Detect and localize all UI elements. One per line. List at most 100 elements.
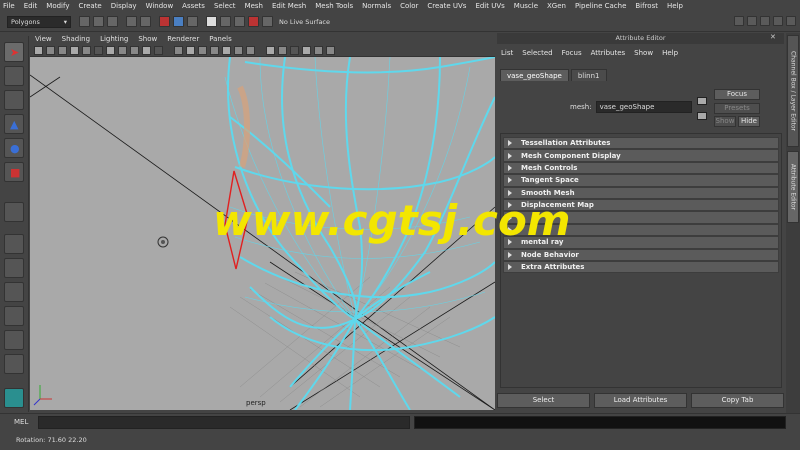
new-scene-icon[interactable] (79, 16, 90, 27)
menu-window[interactable]: Window (146, 2, 174, 10)
field-chart-icon[interactable] (130, 46, 139, 55)
select-component-icon[interactable] (187, 16, 198, 27)
menu-color[interactable]: Color (400, 2, 418, 10)
menu-modify[interactable]: Modify (46, 2, 69, 10)
attribute-menu-focus[interactable]: Focus (562, 49, 582, 57)
expand-arrow-icon[interactable] (508, 140, 512, 147)
bookmark-icon[interactable] (58, 46, 67, 55)
image-plane-icon[interactable] (70, 46, 79, 55)
snap-point-icon[interactable] (234, 16, 245, 27)
gate-mask-icon[interactable] (118, 46, 127, 55)
character-icon[interactable] (4, 388, 24, 408)
redo-icon[interactable] (140, 16, 151, 27)
expand-arrow-icon[interactable] (508, 251, 512, 258)
last-tool-icon[interactable] (4, 202, 24, 222)
menu-help[interactable]: Help (667, 2, 683, 10)
snap-curve-icon[interactable] (220, 16, 231, 27)
snap-grid-icon[interactable] (206, 16, 217, 27)
viewport-menu-view[interactable]: View (35, 35, 52, 43)
menu-file[interactable]: File (3, 2, 15, 10)
viewport-menu-shading[interactable]: Shading (62, 35, 90, 43)
scale-tool-icon[interactable]: ■ (4, 162, 24, 182)
copy-tab-button[interactable]: Copy Tab (691, 393, 784, 408)
menu-create[interactable]: Create (78, 2, 101, 10)
menu-bifrost[interactable]: Bifrost (635, 2, 658, 10)
render-settings-icon[interactable] (773, 16, 783, 26)
menu-create-uvs[interactable]: Create UVs (427, 2, 466, 10)
panel-layout-icon[interactable] (786, 16, 796, 26)
select-tool-icon[interactable]: ➤ (4, 42, 24, 62)
select-hierarchy-icon[interactable] (159, 16, 170, 27)
menu-mesh-tools[interactable]: Mesh Tools (315, 2, 353, 10)
single-perspective-layout-icon[interactable] (4, 234, 24, 254)
snap-surface-icon[interactable] (248, 16, 259, 27)
paint-select-tool-icon[interactable] (4, 90, 24, 110)
section-node-behavior-9[interactable]: Node Behavior (503, 248, 779, 261)
menu-assets[interactable]: Assets (182, 2, 205, 10)
menu-edit-uvs[interactable]: Edit UVs (475, 2, 504, 10)
render-view-icon[interactable] (747, 16, 757, 26)
section-mesh-component-display-1[interactable]: Mesh Component Display (503, 149, 779, 162)
tab-channel-box[interactable]: Channel Box / Layer Editor (787, 35, 799, 147)
menu-edit[interactable]: Edit (24, 2, 38, 10)
grid-icon[interactable] (82, 46, 91, 55)
ambient-occlusion-icon[interactable] (246, 46, 255, 55)
wireframe-icon[interactable] (174, 46, 183, 55)
textured-icon[interactable] (210, 46, 219, 55)
expand-arrow-icon[interactable] (508, 189, 512, 196)
ipr-render-icon[interactable] (760, 16, 770, 26)
expand-arrow-icon[interactable] (508, 177, 512, 184)
rotate-tool-icon[interactable]: ● (4, 138, 24, 158)
menu-display[interactable]: Display (111, 2, 137, 10)
outliner-layout-icon[interactable] (4, 282, 24, 302)
focus-button[interactable]: Focus (714, 89, 760, 100)
menu-normals[interactable]: Normals (362, 2, 391, 10)
select-button[interactable]: Select (497, 393, 590, 408)
expand-arrow-icon[interactable] (508, 264, 512, 271)
lasso-tool-icon[interactable] (4, 66, 24, 86)
menu-muscle[interactable]: Muscle (514, 2, 538, 10)
isolate-select-icon[interactable] (290, 46, 299, 55)
safe-action-icon[interactable] (142, 46, 151, 55)
wireframe-on-shaded-icon[interactable] (198, 46, 207, 55)
xray-joints-icon[interactable] (314, 46, 323, 55)
lights-icon[interactable] (222, 46, 231, 55)
hypershade-layout-icon[interactable] (4, 354, 24, 374)
presets-button[interactable]: Presets (714, 103, 760, 114)
shadows-icon[interactable] (234, 46, 243, 55)
viewport-menu-show[interactable]: Show (138, 35, 157, 43)
mesh-name-field[interactable]: vase_geoShape (595, 101, 692, 113)
live-surface-label[interactable]: No Live Surface (279, 18, 330, 26)
menu-mesh[interactable]: Mesh (245, 2, 263, 10)
film-gate-icon[interactable] (94, 46, 103, 55)
viewport-menu-lighting[interactable]: Lighting (100, 35, 128, 43)
expand-arrow-icon[interactable] (508, 152, 512, 159)
hide-button[interactable]: Hide (738, 116, 760, 127)
attribute-menu-list[interactable]: List (501, 49, 513, 57)
section-tangent-space-3[interactable]: Tangent Space (503, 174, 779, 187)
four-view-layout-icon[interactable] (4, 258, 24, 278)
command-input[interactable] (38, 416, 410, 429)
tab-blinn1[interactable]: blinn1 (570, 69, 607, 81)
input-node-icon[interactable] (697, 97, 707, 105)
camera-attributes-icon[interactable] (46, 46, 55, 55)
mel-label[interactable]: MEL (14, 418, 28, 426)
open-scene-icon[interactable] (93, 16, 104, 27)
attribute-menu-attributes[interactable]: Attributes (591, 49, 626, 57)
resolution-gate-icon[interactable] (106, 46, 115, 55)
anti-aliasing-icon[interactable] (278, 46, 287, 55)
tab-vase-geoshape[interactable]: vase_geoShape (500, 69, 569, 81)
render-icon[interactable] (734, 16, 744, 26)
select-camera-icon[interactable] (34, 46, 43, 55)
output-node-icon[interactable] (697, 112, 707, 120)
menu-select[interactable]: Select (214, 2, 236, 10)
show-button[interactable]: Show (714, 116, 736, 127)
attribute-menu-show[interactable]: Show (634, 49, 653, 57)
motion-blur-icon[interactable] (266, 46, 275, 55)
menu-xgen[interactable]: XGen (547, 2, 566, 10)
load-attributes-button[interactable]: Load Attributes (594, 393, 687, 408)
two-pane-layout-icon[interactable] (4, 330, 24, 350)
attribute-menu-help[interactable]: Help (662, 49, 678, 57)
select-object-icon[interactable] (173, 16, 184, 27)
close-icon[interactable]: ✕ (770, 33, 776, 41)
